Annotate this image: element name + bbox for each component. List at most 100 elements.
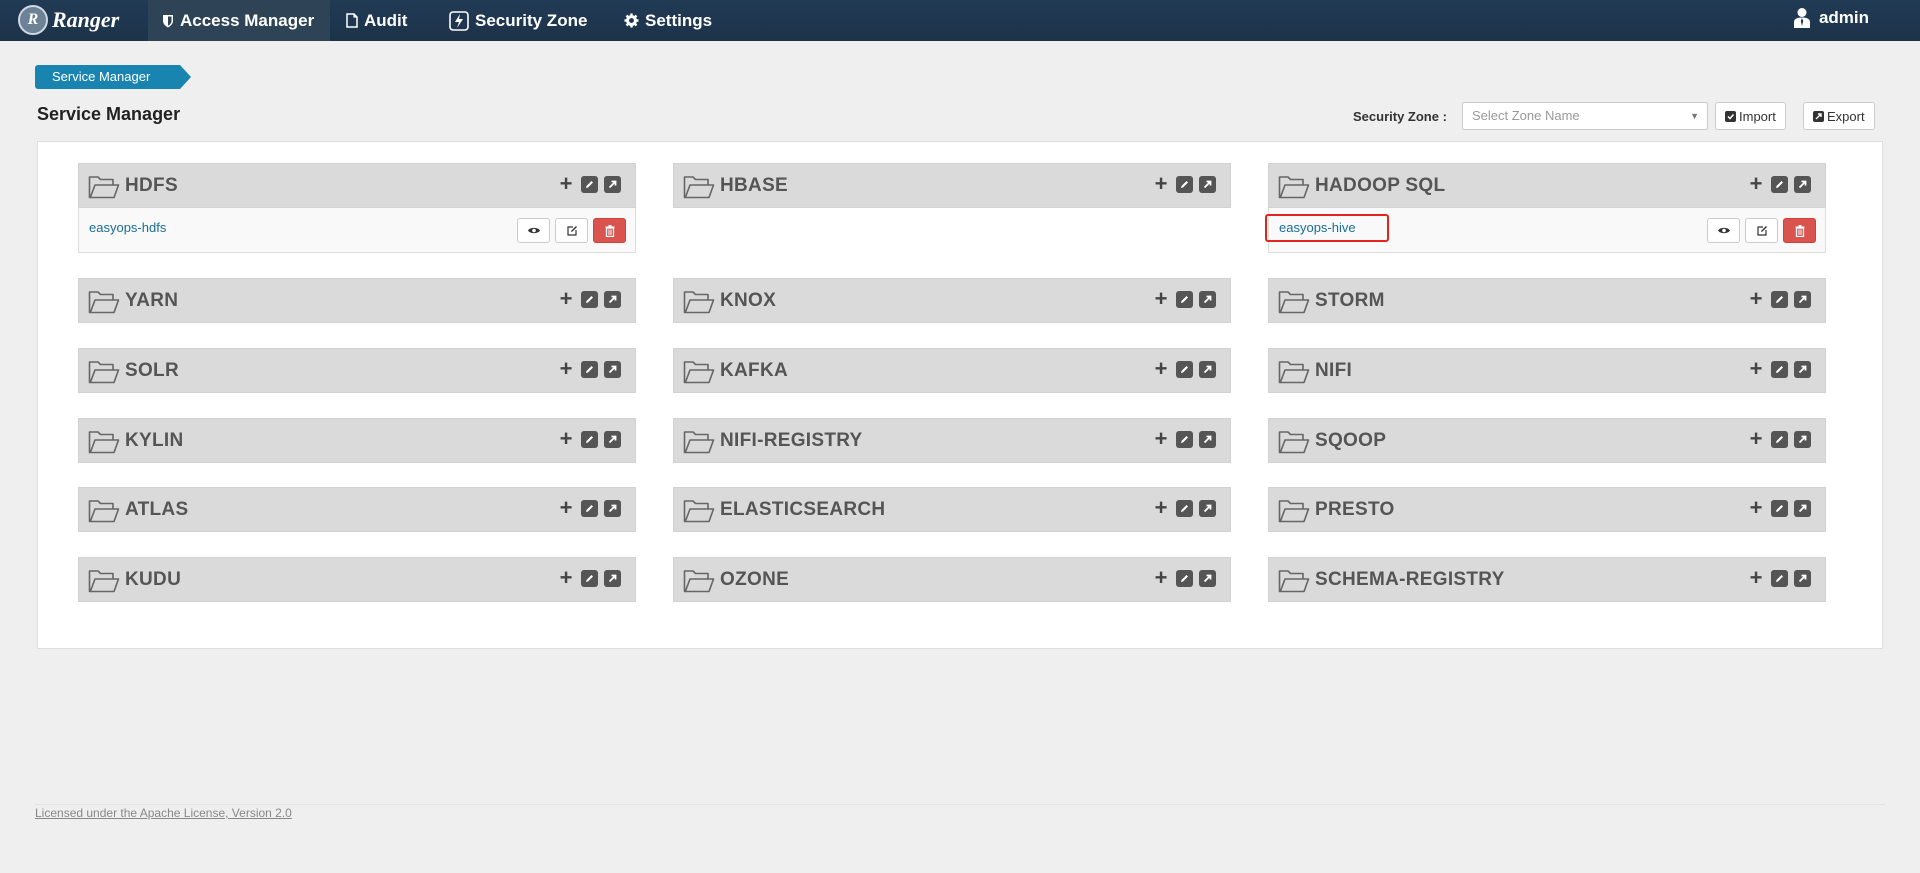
nav-access-manager[interactable]: Access Manager [148, 0, 330, 41]
export-service-icon[interactable] [604, 569, 621, 587]
import-button[interactable]: Import [1715, 102, 1786, 130]
view-repo-button[interactable] [517, 218, 550, 243]
add-service-button[interactable]: + [1152, 173, 1170, 195]
edit-service-def-icon[interactable] [1771, 499, 1788, 517]
edit-service-def-icon[interactable] [581, 569, 598, 587]
export-service-icon[interactable] [1199, 360, 1216, 378]
folder-open-icon [88, 431, 120, 454]
brand-name: Ranger [52, 7, 120, 32]
edit-service-def-icon[interactable] [1771, 360, 1788, 378]
add-service-button[interactable]: + [1747, 567, 1765, 589]
nav-audit[interactable]: Audit [346, 0, 407, 41]
add-service-button[interactable]: + [557, 173, 575, 195]
add-service-button[interactable]: + [557, 497, 575, 519]
add-service-button[interactable]: + [1747, 428, 1765, 450]
service-name: ELASTICSEARCH [720, 499, 886, 520]
export-service-icon[interactable] [1794, 175, 1811, 193]
edit-service-def-icon[interactable] [1176, 290, 1193, 308]
edit-service-def-icon[interactable] [581, 175, 598, 193]
export-service-icon[interactable] [1199, 499, 1216, 517]
chevron-down-icon: ▼ [1690, 111, 1699, 121]
export-service-icon[interactable] [1794, 499, 1811, 517]
add-service-button[interactable]: + [1747, 497, 1765, 519]
eye-icon [1717, 227, 1730, 234]
edit-service-def-icon[interactable] [581, 499, 598, 517]
breadcrumb[interactable]: Service Manager [35, 65, 191, 89]
edit-service-def-icon[interactable] [1771, 175, 1788, 193]
add-service-button[interactable]: + [557, 567, 575, 589]
service-name: SOLR [125, 360, 179, 381]
edit-service-def-icon[interactable] [1176, 175, 1193, 193]
add-service-button[interactable]: + [1747, 288, 1765, 310]
edit-repo-button[interactable] [1745, 218, 1778, 243]
file-icon [346, 13, 358, 28]
folder-open-icon [1278, 500, 1310, 523]
export-service-icon[interactable] [1794, 360, 1811, 378]
edit-service-def-icon[interactable] [1176, 569, 1193, 587]
edit-service-def-icon[interactable] [1176, 360, 1193, 378]
add-service-button[interactable]: + [1152, 567, 1170, 589]
export-service-icon[interactable] [604, 430, 621, 448]
export-service-icon[interactable] [1794, 430, 1811, 448]
edit-service-def-icon[interactable] [581, 360, 598, 378]
trash-icon [605, 224, 614, 237]
edit-service-def-icon[interactable] [581, 430, 598, 448]
add-service-button[interactable]: + [557, 358, 575, 380]
add-service-button[interactable]: + [1152, 497, 1170, 519]
export-label: Export [1827, 108, 1865, 124]
add-service-button[interactable]: + [1747, 358, 1765, 380]
service-name: SQOOP [1315, 430, 1387, 451]
user-menu[interactable]: admin [1793, 0, 1869, 36]
service-name: KNOX [720, 290, 777, 311]
edit-repo-button[interactable] [555, 218, 588, 243]
export-service-icon[interactable] [1199, 569, 1216, 587]
edit-icon [1756, 225, 1767, 236]
delete-repo-button[interactable] [593, 218, 626, 243]
repo-link-easyops-hdfs[interactable]: easyops-hdfs [89, 220, 166, 235]
export-service-icon[interactable] [604, 290, 621, 308]
view-repo-button[interactable] [1707, 218, 1740, 243]
folder-open-icon [88, 361, 120, 384]
nav-label: Settings [645, 10, 713, 30]
add-service-button[interactable]: + [1152, 428, 1170, 450]
export-service-icon[interactable] [604, 499, 621, 517]
export-service-icon[interactable] [604, 175, 621, 193]
add-service-button[interactable]: + [1152, 288, 1170, 310]
edit-service-def-icon[interactable] [1176, 499, 1193, 517]
service-header: ATLAS + [78, 487, 636, 532]
security-zone-select[interactable]: Select Zone Name ▼ [1462, 102, 1708, 130]
export-service-icon[interactable] [1199, 430, 1216, 448]
edit-service-def-icon[interactable] [1771, 430, 1788, 448]
export-service-icon[interactable] [604, 360, 621, 378]
service-name: KAFKA [720, 360, 788, 381]
nav-settings[interactable]: Settings [624, 0, 712, 41]
ranger-logo[interactable]: R Ranger [18, 2, 119, 38]
export-button[interactable]: Export [1803, 102, 1875, 130]
export-service-icon[interactable] [1794, 290, 1811, 308]
repo-link-easyops-hive[interactable]: easyops-hive [1279, 220, 1356, 235]
delete-repo-button[interactable] [1783, 218, 1816, 243]
edit-service-def-icon[interactable] [1176, 430, 1193, 448]
edit-service-def-icon[interactable] [1771, 569, 1788, 587]
service-card-knox: KNOX + [673, 278, 1231, 323]
service-name: STORM [1315, 290, 1385, 311]
add-service-button[interactable]: + [557, 288, 575, 310]
folder-open-icon [88, 570, 120, 593]
service-header: HBASE + [673, 163, 1231, 208]
add-service-button[interactable]: + [1152, 358, 1170, 380]
edit-service-def-icon[interactable] [581, 290, 598, 308]
export-service-icon[interactable] [1794, 569, 1811, 587]
service-name: ATLAS [125, 499, 189, 520]
add-service-button[interactable]: + [1747, 173, 1765, 195]
service-header: KAFKA + [673, 348, 1231, 393]
add-service-button[interactable]: + [557, 428, 575, 450]
export-service-icon[interactable] [1199, 175, 1216, 193]
service-card-storm: STORM + [1268, 278, 1826, 323]
edit-service-def-icon[interactable] [1771, 290, 1788, 308]
export-service-icon[interactable] [1199, 290, 1216, 308]
service-card-ozone: OZONE + [673, 557, 1231, 602]
license-link[interactable]: Licensed under the Apache License, Versi… [35, 806, 292, 820]
service-name: YARN [125, 290, 179, 311]
bolt-icon [449, 10, 469, 31]
nav-security-zone[interactable]: Security Zone [449, 0, 587, 41]
